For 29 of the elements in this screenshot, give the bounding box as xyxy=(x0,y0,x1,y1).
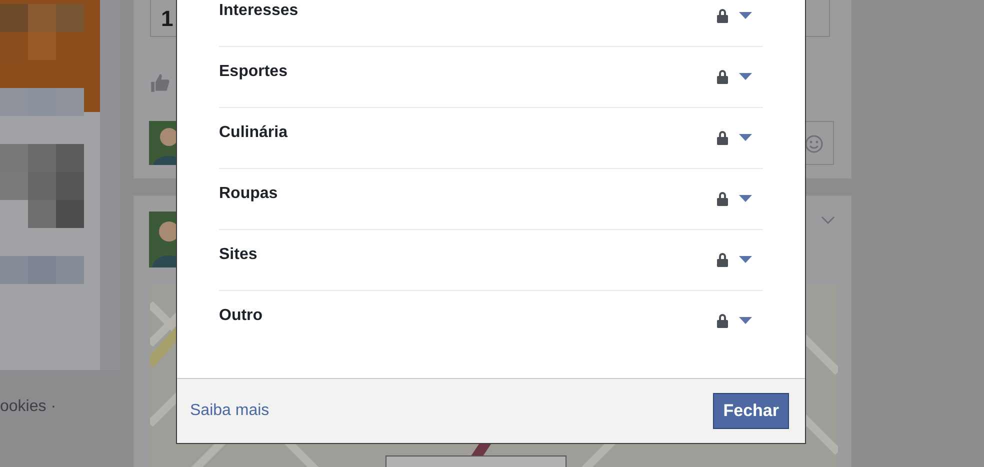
category-label: Outro xyxy=(219,307,263,325)
caret-icon xyxy=(739,134,752,141)
privacy-selector[interactable] xyxy=(716,252,752,267)
lock-icon xyxy=(716,313,729,328)
privacy-selector[interactable] xyxy=(716,69,752,84)
lock-icon xyxy=(716,252,729,267)
category-label: Esportes xyxy=(219,63,288,81)
category-label: Roupas xyxy=(219,185,278,203)
thumbs-up-icon xyxy=(150,73,170,93)
lock-icon xyxy=(716,191,729,206)
caret-icon xyxy=(739,256,752,263)
footer-text: ookies · xyxy=(0,398,56,416)
privacy-selector[interactable] xyxy=(716,191,752,206)
privacy-selector[interactable] xyxy=(716,8,752,23)
smiley-icon[interactable] xyxy=(804,134,824,154)
privacy-selector[interactable] xyxy=(716,313,752,328)
category-label: Culinária xyxy=(219,124,288,142)
category-label: Interesses xyxy=(219,2,298,20)
lock-icon xyxy=(716,69,729,84)
category-label: Sites xyxy=(219,246,258,264)
caret-icon xyxy=(739,12,752,19)
caret-icon xyxy=(739,317,752,324)
lock-icon xyxy=(716,8,729,23)
learn-more-link[interactable]: Saiba mais xyxy=(190,402,270,420)
privacy-selector[interactable] xyxy=(716,130,752,145)
lock-icon xyxy=(716,130,729,145)
caret-icon xyxy=(739,195,752,202)
caret-icon xyxy=(739,73,752,80)
close-button[interactable]: Fechar xyxy=(713,393,789,429)
